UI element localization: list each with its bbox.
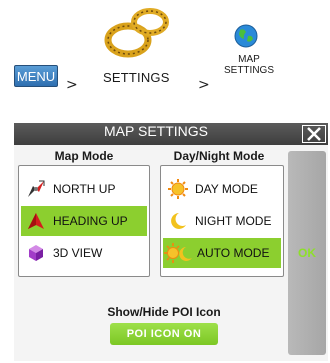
day-night-mode-label: Day/Night Mode: [173, 149, 265, 163]
dialog-title: MAP SETTINGS: [104, 123, 208, 139]
option-auto-mode[interactable]: AUTO MODE: [163, 238, 281, 268]
option-label: 3D VIEW: [53, 246, 103, 260]
close-button[interactable]: [302, 125, 326, 143]
moon-icon: [167, 210, 189, 232]
breadcrumb-map-settings[interactable]: MAP SETTINGS: [222, 54, 276, 76]
sun-icon: [167, 178, 189, 200]
breadcrumb-map-settings-line2: SETTINGS: [223, 65, 274, 76]
breadcrumb-menu-button[interactable]: MENU: [14, 65, 58, 87]
poi-toggle-button[interactable]: POI ICON ON: [110, 323, 218, 345]
breadcrumb-map-settings-line1: MAP: [238, 54, 260, 65]
sun-moon-icon: [164, 242, 194, 264]
ok-label: OK: [298, 246, 316, 260]
option-heading-up[interactable]: HEADING UP: [21, 206, 147, 236]
poi-label: Show/Hide POI Icon: [107, 305, 221, 319]
globe-icon: [234, 24, 258, 48]
option-north-up[interactable]: NORTH UP: [21, 174, 147, 204]
breadcrumb-separator: >: [198, 77, 210, 93]
breadcrumb-settings[interactable]: SETTINGS: [103, 70, 170, 85]
option-label: NORTH UP: [53, 182, 116, 196]
screen: MENU > SETTINGS > MAP SETTINGS MAP SETTI…: [0, 0, 330, 363]
option-label: NIGHT MODE: [195, 214, 272, 228]
option-day-mode[interactable]: DAY MODE: [163, 174, 281, 204]
option-label: HEADING UP: [53, 214, 128, 228]
settings-rings-icon: [104, 8, 169, 58]
map-mode-group: NORTH UP HEADING UP 3D VIEW: [18, 165, 150, 277]
option-label: DAY MODE: [195, 182, 258, 196]
heading-arrow-icon: [25, 210, 47, 232]
option-night-mode[interactable]: NIGHT MODE: [163, 206, 281, 236]
cube-icon: [25, 242, 47, 264]
map-settings-dialog: MAP SETTINGS Map Mode NORTH UP HEADING U…: [14, 123, 328, 361]
option-3d-view[interactable]: 3D VIEW: [21, 238, 147, 268]
dialog-body: Map Mode NORTH UP HEADING UP 3D VIEW Day…: [14, 145, 328, 361]
option-label: AUTO MODE: [197, 246, 270, 260]
compass-icon: [25, 178, 47, 200]
breadcrumb-separator: >: [66, 77, 78, 93]
map-mode-label: Map Mode: [54, 149, 114, 163]
dialog-title-bar: MAP SETTINGS: [14, 123, 328, 145]
close-icon: [307, 127, 321, 141]
day-night-mode-group: DAY MODE NIGHT MODE AUTO MODE: [160, 165, 284, 277]
ok-button[interactable]: OK: [288, 151, 326, 355]
